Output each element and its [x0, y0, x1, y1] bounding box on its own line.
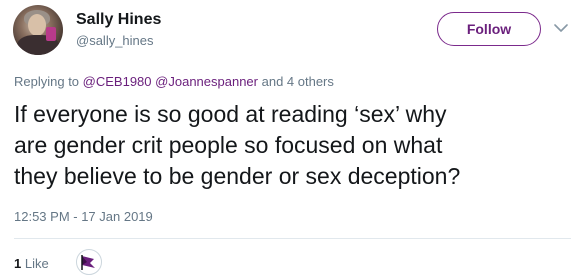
avatar[interactable] — [13, 5, 63, 55]
divider — [14, 238, 571, 239]
purple-flag-icon — [81, 255, 95, 270]
mention-link[interactable]: @CEB1980 — [83, 74, 152, 89]
replying-to: Replying to @CEB1980 @Joannespanner and … — [14, 74, 334, 89]
timestamp[interactable]: 12:53 PM - 17 Jan 2019 — [14, 209, 153, 224]
tweet-text: If everyone is so good at reading ‘sex’ … — [14, 99, 574, 192]
like-count[interactable]: 1 Like — [14, 256, 49, 271]
follow-button[interactable]: Follow — [437, 12, 541, 46]
chevron-down-icon[interactable] — [551, 18, 571, 38]
author-name[interactable]: Sally Hines — [76, 11, 161, 29]
liker-avatar[interactable] — [76, 249, 102, 275]
mention-link[interactable]: @Joannespanner — [155, 74, 258, 89]
like-count-label: Like — [24, 256, 49, 271]
tweet-line: If everyone is so good at reading ‘sex’ … — [14, 101, 447, 127]
tweet-line: they believe to be gender or sex decepti… — [14, 163, 461, 189]
replying-prefix: Replying to — [14, 74, 80, 89]
author-handle[interactable]: @sally_hines — [76, 33, 154, 48]
tweet-line: are gender crit people so focused on wha… — [14, 132, 443, 158]
like-count-number: 1 — [14, 256, 22, 271]
replying-suffix[interactable]: and 4 others — [262, 74, 334, 89]
